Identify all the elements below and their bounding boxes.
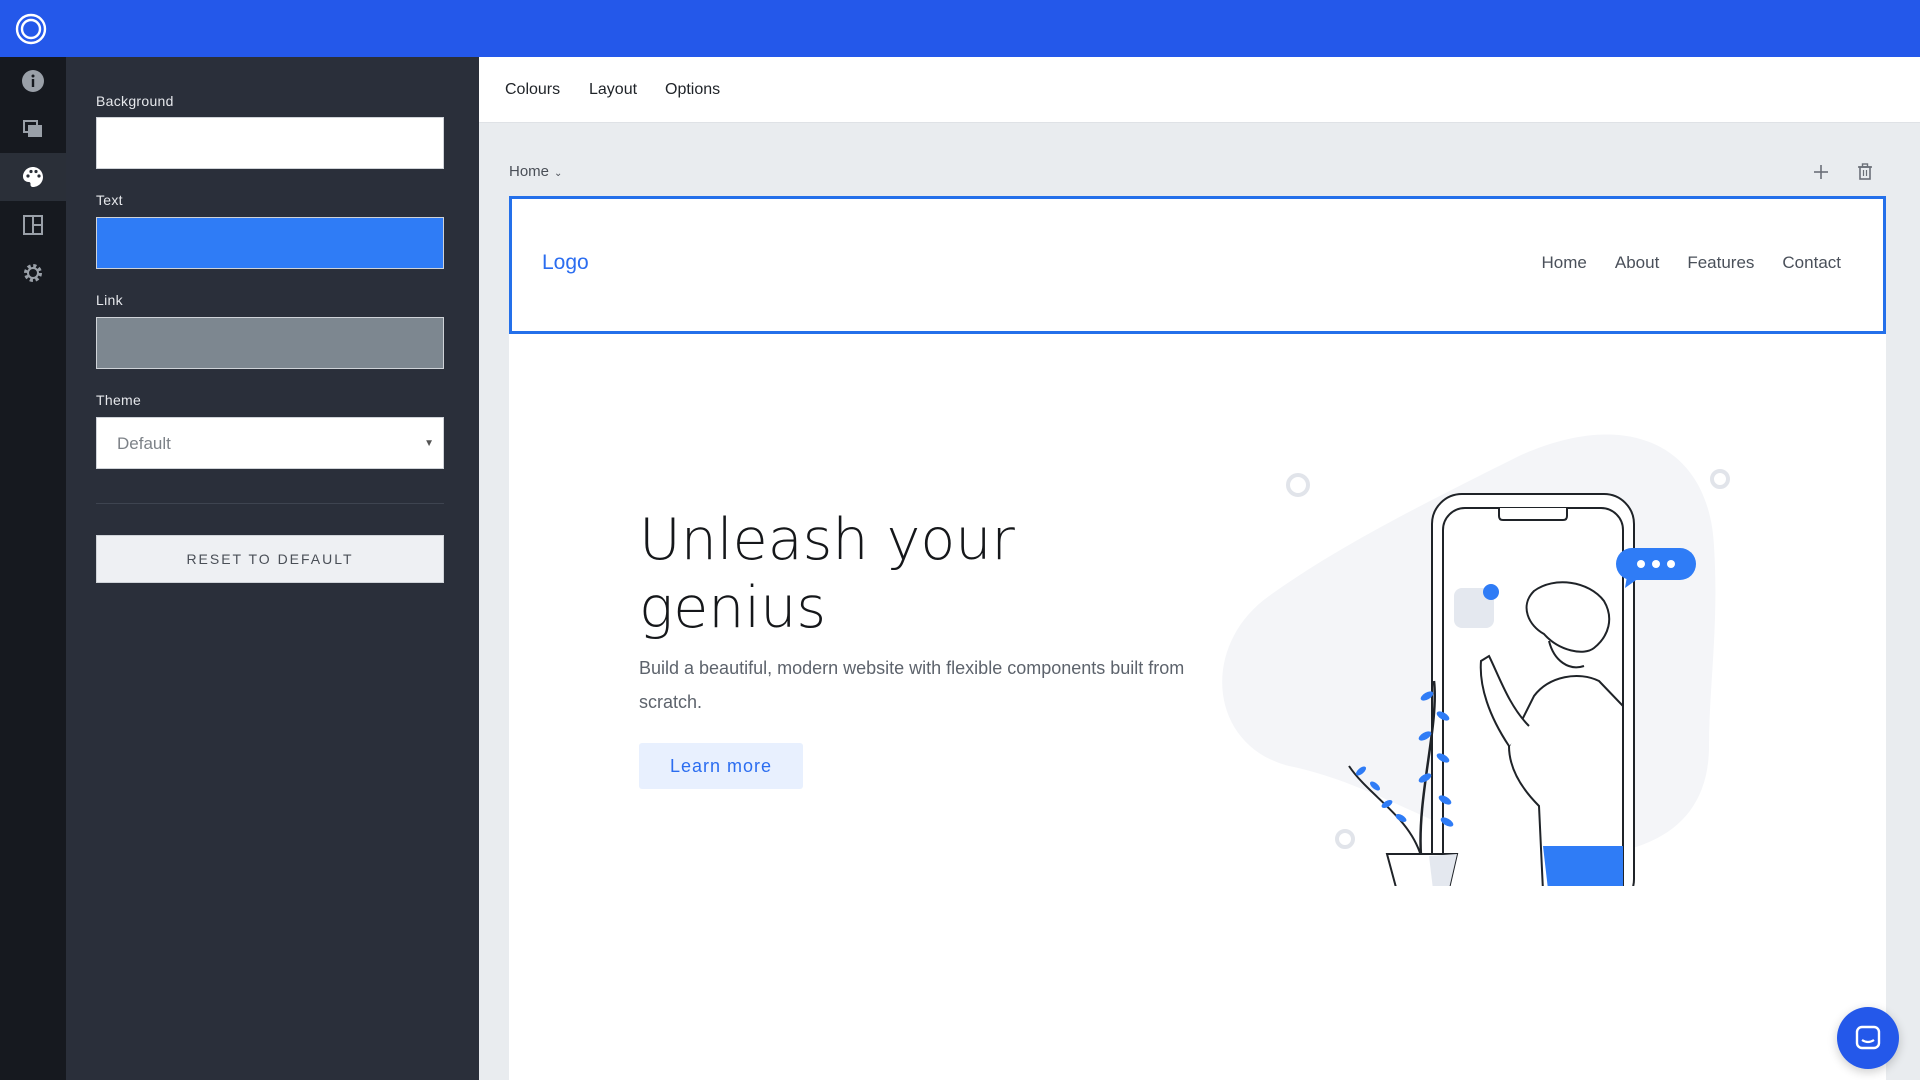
info-icon — [22, 70, 44, 92]
site-header-block[interactable]: Logo Home About Features Contact — [509, 196, 1886, 334]
chat-launcher-button[interactable] — [1837, 1007, 1899, 1069]
link-color-swatch[interactable] — [96, 317, 444, 369]
text-color-swatch[interactable] — [96, 217, 444, 269]
hero-title: Unleash your genius — [639, 507, 1015, 641]
chevron-down-icon: ⌄ — [554, 168, 563, 179]
design-panel: Background Text Link Theme Default ▼ RES… — [66, 57, 479, 1080]
caret-down-icon: ▼ — [424, 438, 434, 449]
hero-subtitle: Build a beautiful, modern website with f… — [639, 658, 1185, 712]
chat-icon — [1855, 1025, 1881, 1050]
theme-label: Theme — [96, 392, 142, 408]
tab-colours[interactable]: Colours — [505, 81, 560, 99]
pages-icon — [23, 120, 42, 137]
rail-layout-button[interactable] — [0, 201, 66, 249]
plus-icon[interactable] — [1810, 161, 1832, 183]
rail-pages-button[interactable] — [0, 105, 66, 153]
settings-icon — [24, 264, 42, 282]
page-selector-label: Home — [509, 163, 550, 180]
nav-features[interactable]: Features — [1687, 253, 1754, 273]
text-label: Text — [96, 192, 123, 208]
layout-icon — [23, 215, 43, 235]
rail-settings-button[interactable] — [0, 249, 66, 297]
tab-layout[interactable]: Layout — [589, 81, 637, 99]
tab-options[interactable]: Options — [665, 81, 720, 99]
rail-design-button[interactable] — [0, 153, 66, 201]
site-logo[interactable]: Logo — [542, 251, 589, 275]
learn-more-button[interactable]: Learn more — [639, 743, 803, 789]
theme-select-value: Default — [117, 434, 171, 453]
top-bar — [0, 0, 1920, 57]
editor-tabs: Colours Layout Options — [479, 57, 1920, 123]
panel-divider — [96, 503, 444, 504]
app-logo-icon[interactable] — [14, 12, 48, 46]
rail-info-button[interactable] — [0, 57, 66, 105]
theme-select[interactable]: Default ▼ — [96, 417, 444, 469]
background-label: Background — [96, 93, 174, 109]
page-preview: Logo Home About Features Contact Unleash… — [509, 196, 1886, 1080]
palette-icon — [23, 167, 43, 187]
link-label: Link — [96, 292, 123, 308]
site-nav: Home About Features Contact — [1542, 253, 1841, 273]
nav-contact[interactable]: Contact — [1782, 253, 1841, 273]
icon-rail — [0, 57, 66, 1080]
nav-home[interactable]: Home — [1542, 253, 1587, 273]
reset-to-default-button[interactable]: RESET TO DEFAULT — [96, 535, 444, 583]
page-selector[interactable]: Home ⌄ — [509, 163, 562, 180]
editor-canvas: Home ⌄ Logo Home About Features Contact U… — [479, 123, 1920, 1080]
trash-icon[interactable] — [1854, 161, 1876, 183]
hero-illustration — [1222, 434, 1730, 886]
nav-about[interactable]: About — [1615, 253, 1659, 273]
background-color-swatch[interactable] — [96, 117, 444, 169]
